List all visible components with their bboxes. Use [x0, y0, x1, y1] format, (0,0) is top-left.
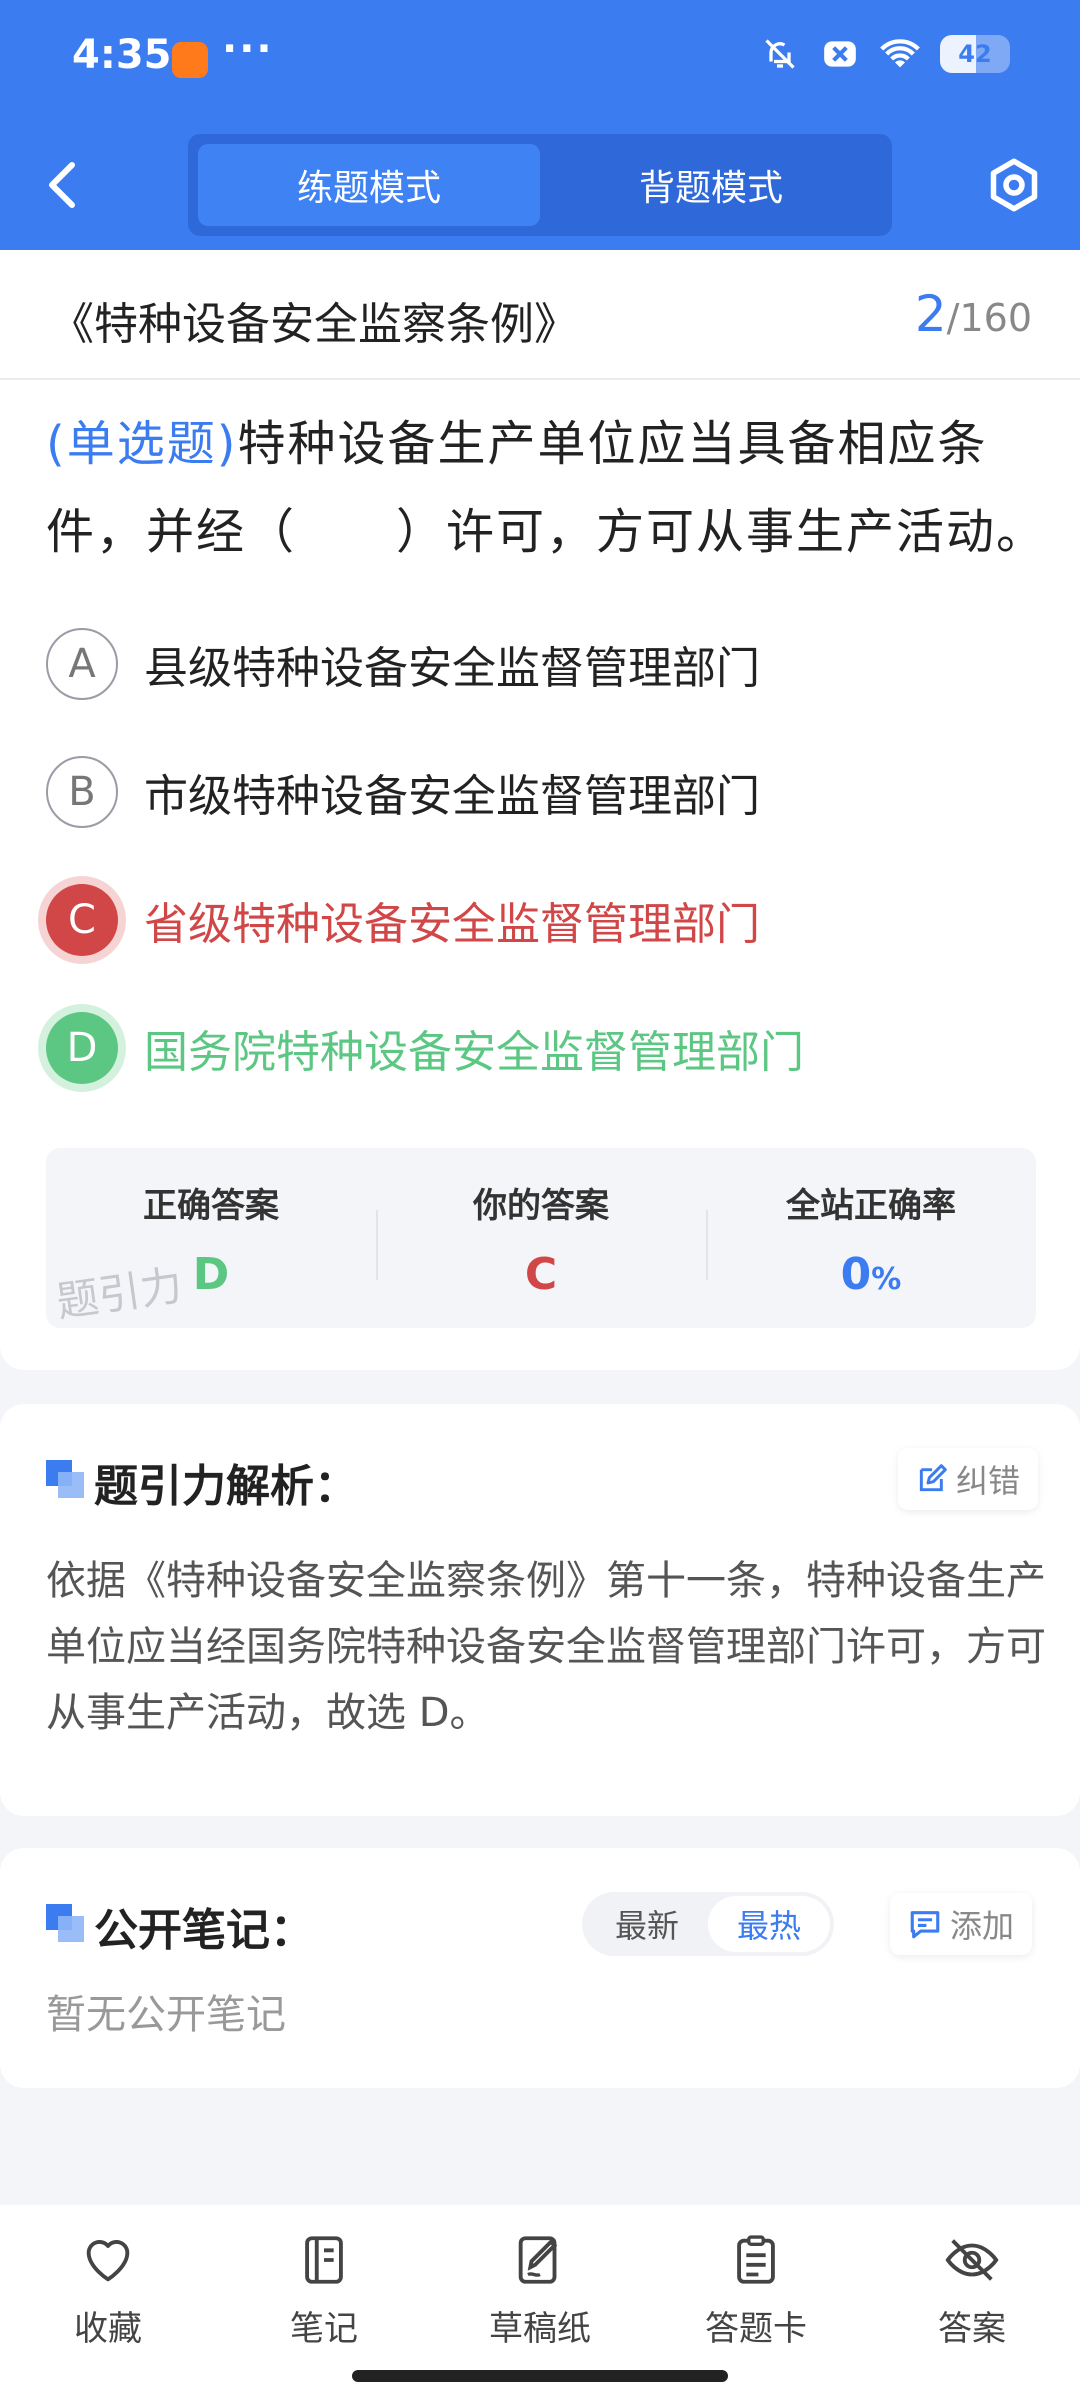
option-a[interactable]: A 县级特种设备安全监督管理部门	[46, 624, 1046, 704]
accuracy-rate-col: 全站正确率 0%	[706, 1148, 1036, 1328]
option-text: 市级特种设备安全监督管理部门	[144, 771, 760, 822]
option-c[interactable]: C 省级特种设备安全监督管理部门	[46, 880, 1046, 960]
divider	[0, 378, 1080, 380]
battery-level: 42	[958, 40, 992, 68]
no-sim-icon	[820, 34, 860, 74]
rate-number: 0	[840, 1249, 872, 1300]
mode-toggle: 练题模式 背题模式	[188, 134, 892, 236]
status-more: ···	[222, 26, 274, 72]
option-letter: D	[46, 1012, 118, 1084]
notes-sort-toggle: 最新 最热	[582, 1892, 834, 1956]
sort-latest[interactable]: 最新	[586, 1896, 708, 1952]
status-time: 4:35	[72, 32, 172, 78]
wifi-icon	[880, 34, 920, 74]
mute-bell-icon	[760, 34, 800, 74]
question-type: (单选题)	[46, 416, 238, 472]
sort-hottest[interactable]: 最热	[708, 1896, 830, 1952]
home-indicator[interactable]	[352, 2370, 728, 2382]
nav-label: 答题卡	[705, 2309, 807, 2349]
question-counter: 2/160	[915, 285, 1032, 343]
edit-icon	[919, 1464, 947, 1492]
battery-indicator: 42	[940, 35, 1010, 73]
accuracy-rate-value: 0%	[706, 1249, 1036, 1300]
option-b[interactable]: B 市级特种设备安全监督管理部门	[46, 752, 1046, 832]
current-question-number: 2	[914, 285, 947, 343]
nav-show-answer[interactable]: 答案	[864, 2205, 1080, 2400]
nav-label: 收藏	[74, 2309, 142, 2349]
accuracy-rate-label: 全站正确率	[786, 1186, 956, 1226]
tab-practice-mode[interactable]: 练题模式	[198, 144, 540, 226]
answer-summary: 正确答案 D 你的答案 C 全站正确率 0%	[46, 1148, 1036, 1328]
chevron-left-icon	[49, 162, 75, 208]
nav-label: 答案	[938, 2309, 1006, 2349]
hexagon-settings-icon	[990, 158, 1038, 212]
analysis-text: 依据《特种设备安全监察条例》第十一条，特种设备生产单位应当经国务院特种设备安全监…	[46, 1558, 1046, 1736]
option-text: 县级特种设备安全监督管理部门	[144, 643, 760, 694]
option-letter: C	[46, 884, 118, 956]
notes-card	[0, 1848, 1080, 2088]
report-error-button[interactable]: 纠错	[898, 1448, 1039, 1510]
nav-label: 草稿纸	[489, 2309, 591, 2349]
eye-off-icon	[945, 2239, 999, 2281]
nav-label: 笔记	[290, 2309, 358, 2349]
app-notification-icon	[172, 42, 208, 78]
comment-icon	[910, 1911, 940, 1939]
your-answer-label: 你的答案	[473, 1186, 609, 1226]
back-button[interactable]	[40, 155, 88, 215]
status-icons: 42	[760, 34, 1010, 74]
answer-card-icon	[737, 2235, 775, 2284]
option-d[interactable]: D 国务院特种设备安全监督管理部门	[46, 1008, 1046, 1088]
draft-icon	[518, 2236, 558, 2284]
your-answer-col: 你的答案 C	[376, 1148, 706, 1328]
correct-answer-label: 正确答案	[143, 1186, 279, 1226]
status-bar: 4:35 ··· 42	[0, 0, 1080, 120]
notes-title: 公开笔记：	[94, 1905, 314, 1956]
option-text: 省级特种设备安全监督管理部门	[144, 899, 760, 950]
option-letter: A	[46, 628, 118, 700]
law-title: 《特种设备安全监察条例》	[50, 299, 578, 350]
add-note-button[interactable]: 添加	[890, 1893, 1033, 1955]
nav-favorite[interactable]: 收藏	[0, 2205, 216, 2400]
report-error-label: 纠错	[956, 1462, 1021, 1500]
analysis-section-icon	[46, 1460, 84, 1498]
heart-icon	[86, 2240, 130, 2282]
notebook-icon	[305, 2236, 343, 2284]
add-note-label: 添加	[950, 1907, 1015, 1945]
option-text: 国务院特种设备安全监督管理部门	[144, 1027, 804, 1078]
option-letter: B	[46, 756, 118, 828]
empty-notes-text: 暂无公开笔记	[46, 1992, 286, 2038]
question-stem: (单选题)特种设备生产单位应当具备相应条件，并经（ ）许可，方可从事生产活动。	[46, 400, 1046, 576]
tab-memorize-mode[interactable]: 背题模式	[540, 144, 882, 226]
rate-unit: %	[871, 1262, 902, 1297]
notes-section-icon	[46, 1904, 84, 1942]
total-questions: /160	[946, 296, 1032, 340]
your-answer-value: C	[524, 1249, 558, 1300]
analysis-title: 题引力解析：	[94, 1461, 358, 1512]
settings-button[interactable]	[984, 155, 1044, 215]
